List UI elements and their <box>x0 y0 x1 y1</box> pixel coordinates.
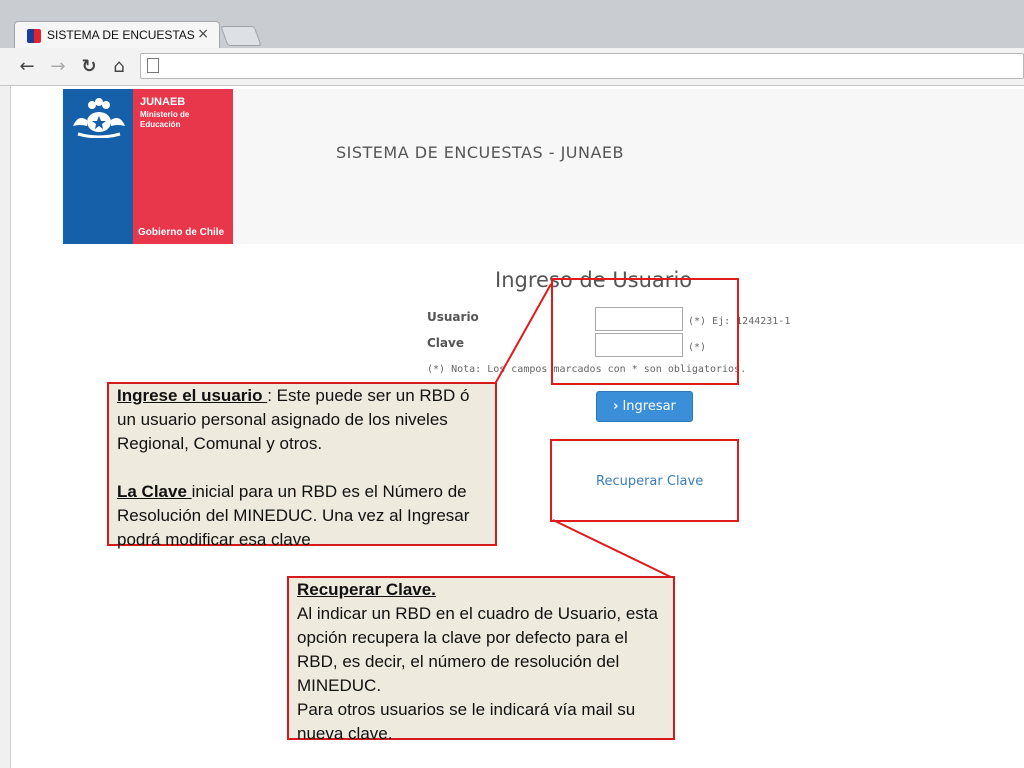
org-subtitle: Ministerio de Educación <box>140 110 190 129</box>
callout-recover-text-2: Para otros usuarios se le indicará vía m… <box>297 700 636 743</box>
chile-flag-icon <box>27 29 41 43</box>
chile-coat-of-arms-icon <box>73 98 125 138</box>
callout-login-help: Ingrese el usuario : Este puede ser un R… <box>107 382 497 549</box>
home-icon[interactable]: ⌂ <box>108 56 130 78</box>
login-button[interactable]: › Ingresar <box>596 391 693 422</box>
forward-icon[interactable]: → <box>47 56 69 78</box>
browser-toolbar: ← → ↻ ⌂ <box>0 48 1024 86</box>
site-title: SISTEMA DE ENCUESTAS - JUNAEB <box>336 143 624 162</box>
callout-paragraph-user: Ingrese el usuario : Este puede ser un R… <box>117 384 487 456</box>
chevron-right-icon: › <box>613 399 619 414</box>
org-name: JUNAEB <box>140 96 186 108</box>
user-label: Usuario <box>427 310 479 324</box>
highlight-recover-box <box>550 439 739 522</box>
browser-tab[interactable]: SISTEMA DE ENCUESTAS - JUNAEB × <box>14 21 220 48</box>
close-tab-icon[interactable]: × <box>197 26 209 42</box>
callout-recover-text: Al indicar un RBD en el cuadro de Usuari… <box>297 604 658 695</box>
login-button-label: Ingresar <box>622 399 676 414</box>
back-icon[interactable]: ← <box>16 56 38 78</box>
password-label: Clave <box>427 336 464 350</box>
address-bar[interactable] <box>140 53 1024 79</box>
callout-recover-heading: Recuperar Clave. <box>297 580 436 599</box>
callout-user-heading: Ingrese el usuario <box>117 386 268 405</box>
reload-icon[interactable]: ↻ <box>78 56 100 78</box>
page-icon <box>147 58 159 73</box>
callout-recover-help: Recuperar Clave. Al indicar un RBD en el… <box>287 576 675 743</box>
tab-title: SISTEMA DE ENCUESTAS - JUNAEB <box>47 28 197 42</box>
new-tab-button[interactable] <box>220 26 262 46</box>
callout-paragraph-password: La Clave inicial para un RBD es el Númer… <box>117 480 487 552</box>
highlight-inputs-box <box>551 278 739 385</box>
government-label: Gobierno de Chile <box>138 227 225 238</box>
callout-password-heading: La Clave <box>117 482 192 501</box>
browser-tab-bar: SISTEMA DE ENCUESTAS - JUNAEB × <box>0 0 1024 48</box>
